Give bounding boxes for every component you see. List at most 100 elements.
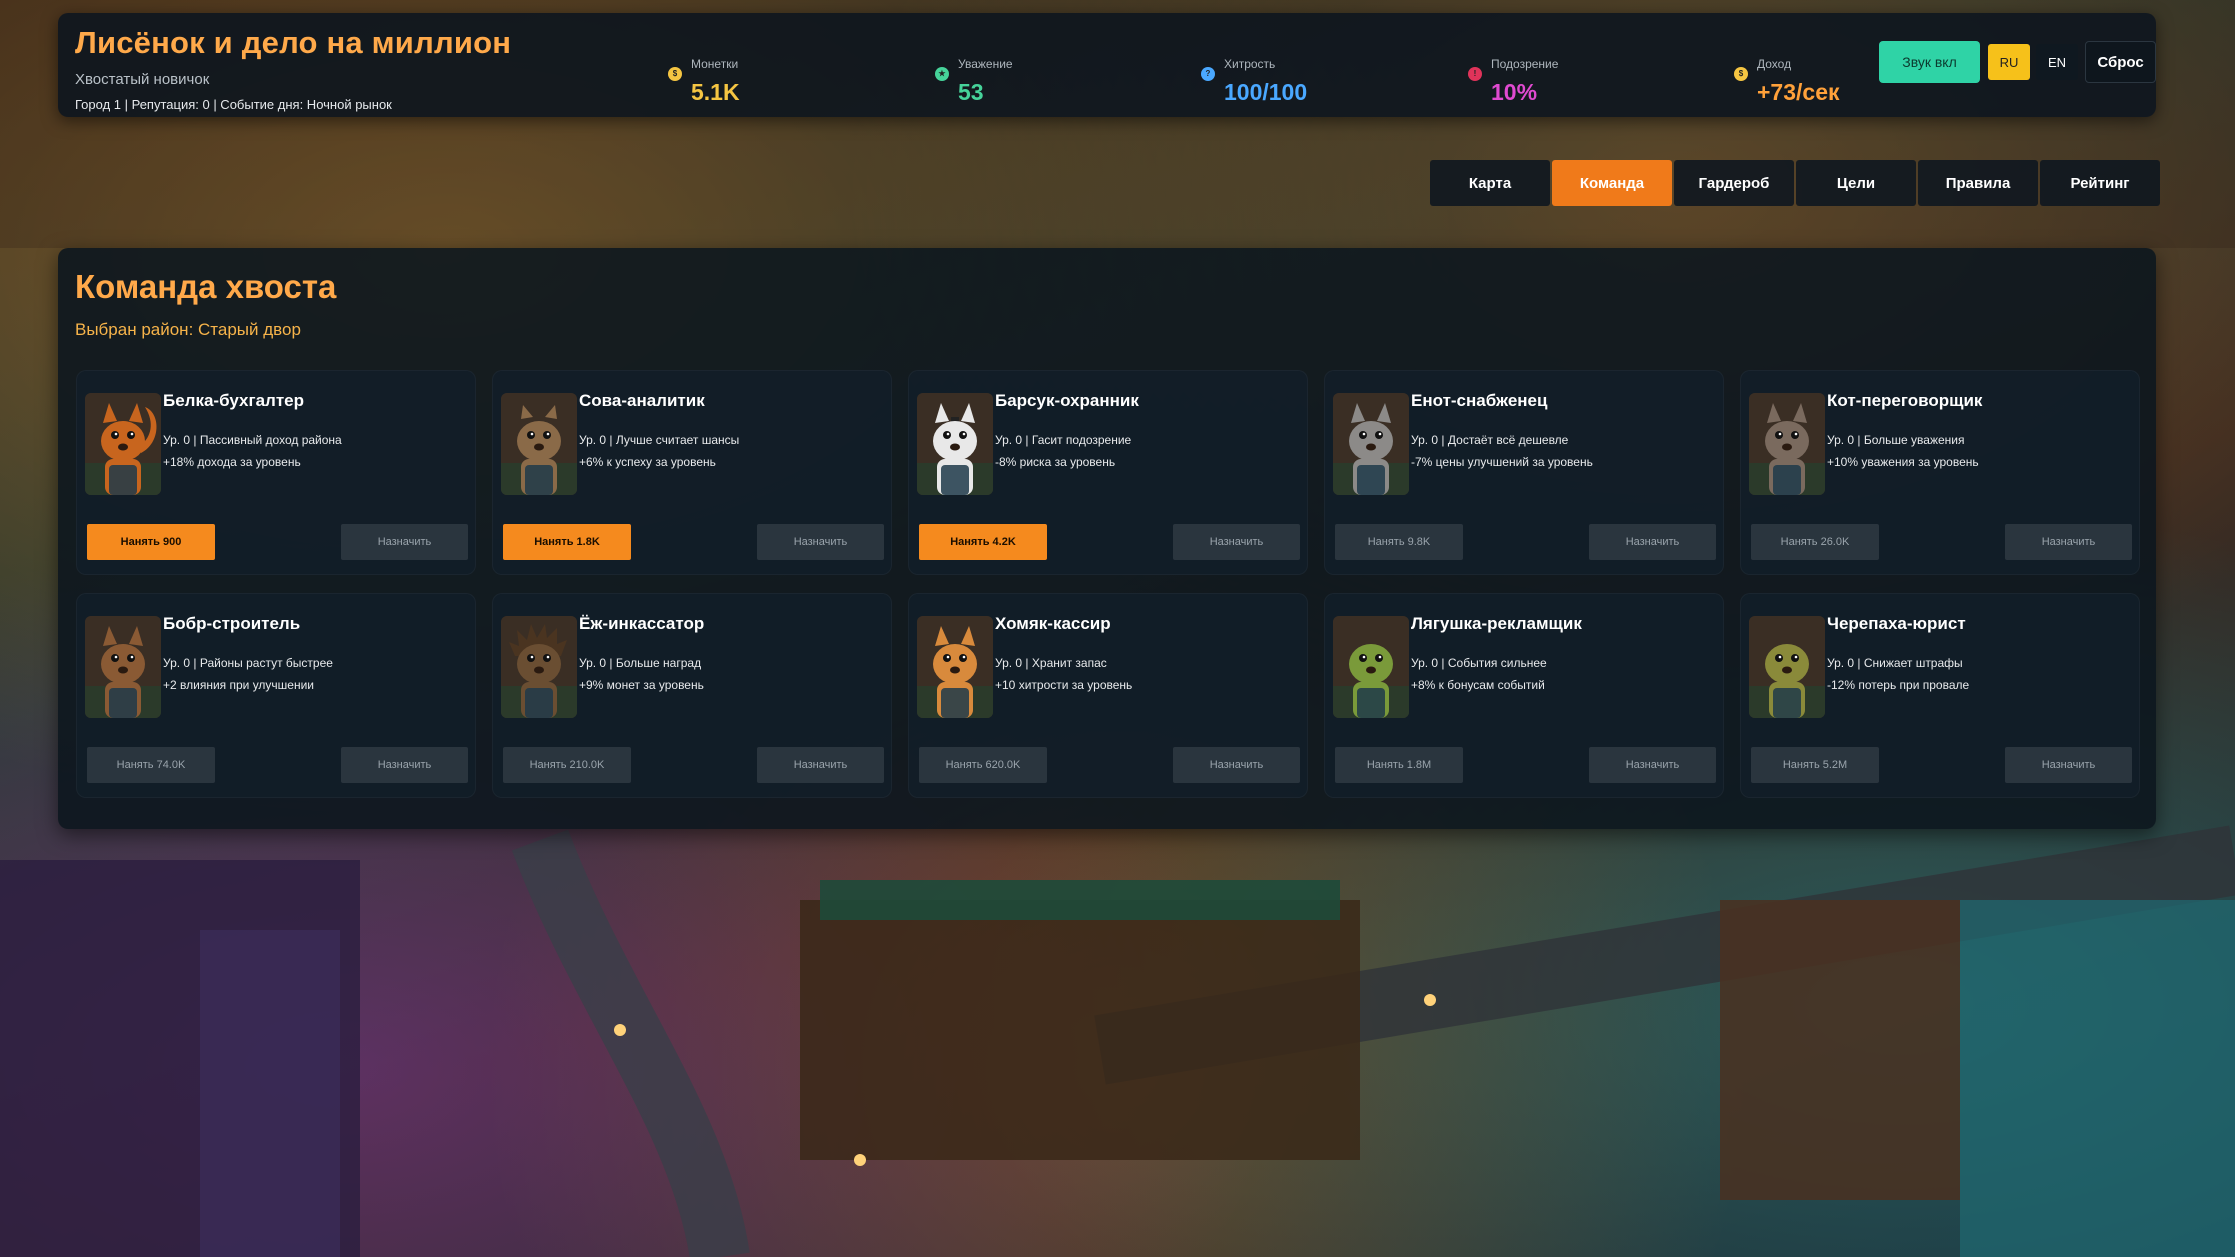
assign-button[interactable]: Назначить <box>341 747 468 783</box>
raccoon-avatar-icon <box>1333 393 1409 495</box>
member-bonus: +8% к бонусам событий <box>1411 678 1545 692</box>
tab-3[interactable]: Цели <box>1796 160 1916 206</box>
city-info: Город 1 | Репутация: 0 | Событие дня: Но… <box>75 97 392 112</box>
team-member-card: Лягушка-рекламщик Ур. 0 | События сильнее… <box>1324 593 1724 798</box>
stat-value: 100/100 <box>1224 79 1308 105</box>
stat-label: Уважение <box>958 57 1013 71</box>
member-name: Хомяк-кассир <box>995 614 1111 633</box>
stat-value: 10% <box>1491 79 1538 105</box>
stat-value: +73/сек <box>1757 79 1840 105</box>
member-description: Ур. 0 | Хранит запас <box>995 656 1107 670</box>
tab-0[interactable]: Карта <box>1430 160 1550 206</box>
tab-2[interactable]: Гардероб <box>1674 160 1794 206</box>
member-bonus: +2 влияния при улучшении <box>163 678 315 692</box>
stat-label: Доход <box>1757 57 1792 71</box>
hire-button[interactable]: Нанять 9.8K <box>1335 524 1463 560</box>
sound-toggle-button[interactable]: Звук вкл <box>1879 41 1980 83</box>
income-icon: $ <box>1734 67 1748 81</box>
hedgehog-avatar-icon <box>501 616 577 718</box>
hire-button[interactable]: Нанять 1.8M <box>1335 747 1463 783</box>
team-member-card: Сова-аналитик Ур. 0 | Лучше считает шансы… <box>492 370 892 575</box>
player-rank: Хвостатый новичок <box>75 71 210 88</box>
tab-1[interactable]: Команда <box>1552 160 1672 206</box>
hire-button[interactable]: Нанять 74.0K <box>87 747 215 783</box>
hire-button[interactable]: Нанять 900 <box>87 524 215 560</box>
team-member-card: Кот-переговорщик Ур. 0 | Больше уважения +… <box>1740 370 2140 575</box>
assign-button[interactable]: Назначить <box>757 524 884 560</box>
team-panel: Команда хвоста Выбран район: Старый двор… <box>58 248 2156 829</box>
member-name: Белка-бухгалтер <box>163 391 304 410</box>
member-name: Лягушка-рекламщик <box>1411 614 1582 633</box>
member-description: Ур. 0 | Снижает штрафы <box>1827 656 1963 670</box>
member-description: Ур. 0 | Больше наград <box>579 656 702 670</box>
respect-icon: ★ <box>935 67 949 81</box>
badger-avatar-icon <box>917 393 993 495</box>
member-description: Ур. 0 | Достаёт всё дешевле <box>1411 433 1569 447</box>
member-bonus: +18% дохода за уровень <box>163 455 301 469</box>
team-member-card: Белка-бухгалтер Ур. 0 | Пассивный доход р… <box>76 370 476 575</box>
assign-button[interactable]: Назначить <box>1173 524 1300 560</box>
member-bonus: -7% цены улучшений за уровень <box>1411 455 1593 469</box>
team-member-card: Ёж-инкассатор Ур. 0 | Больше наград +9% мо… <box>492 593 892 798</box>
stat-label: Хитрость <box>1224 57 1276 71</box>
member-name: Черепаха-юрист <box>1827 614 1966 633</box>
hire-button[interactable]: Нанять 620.0K <box>919 747 1047 783</box>
member-bonus: +10 хитрости за уровень <box>995 678 1133 692</box>
member-description: Ур. 0 | Больше уважения <box>1827 433 1965 447</box>
team-member-card: Хомяк-кассир Ур. 0 | Хранит запас +10 хитр… <box>908 593 1308 798</box>
frog-avatar-icon <box>1333 616 1409 718</box>
team-member-card: Черепаха-юрист Ур. 0 | Снижает штрафы -12%… <box>1740 593 2140 798</box>
suspicion-icon: ! <box>1468 67 1482 81</box>
lang-en-button[interactable]: EN <box>2036 44 2078 80</box>
assign-button[interactable]: Назначить <box>1173 747 1300 783</box>
top-bar: Лисёнок и дело на миллион Хвостатый нови… <box>58 13 2156 117</box>
member-bonus: +6% к успеху за уровень <box>579 455 716 469</box>
member-bonus: +10% уважения за уровень <box>1827 455 1979 469</box>
hire-button[interactable]: Нанять 1.8K <box>503 524 631 560</box>
nav-tabs: Карта Команда Гардероб Цели Правила Рейтинг <box>1430 160 2160 206</box>
hire-button[interactable]: Нанять 26.0K <box>1751 524 1879 560</box>
member-bonus: +9% монет за уровень <box>579 678 704 692</box>
tab-5[interactable]: Рейтинг <box>2040 160 2160 206</box>
team-member-card: Барсук-охранник Ур. 0 | Гасит подозрение -… <box>908 370 1308 575</box>
selected-district: Выбран район: Старый двор <box>75 320 301 339</box>
member-name: Енот-снабженец <box>1411 391 1548 410</box>
team-member-card: Бобр-строитель Ур. 0 | Районы растут быст… <box>76 593 476 798</box>
stat-label: Подозрение <box>1491 57 1559 71</box>
game-title: Лисёнок и дело на миллион <box>75 25 512 60</box>
turtle-avatar-icon <box>1749 616 1825 718</box>
member-description: Ур. 0 | Лучше считает шансы <box>579 433 740 447</box>
member-description: Ур. 0 | События сильнее <box>1411 656 1547 670</box>
assign-button[interactable]: Назначить <box>2005 524 2132 560</box>
hire-button[interactable]: Нанять 5.2M <box>1751 747 1879 783</box>
stat-value: 5.1K <box>691 79 740 105</box>
member-bonus: -8% риска за уровень <box>995 455 1116 469</box>
lang-ru-button[interactable]: RU <box>1988 44 2030 80</box>
assign-button[interactable]: Назначить <box>1589 524 1716 560</box>
member-name: Кот-переговорщик <box>1827 391 1983 410</box>
hire-button[interactable]: Нанять 4.2K <box>919 524 1047 560</box>
coin-icon: $ <box>668 67 682 81</box>
member-description: Ур. 0 | Гасит подозрение <box>995 433 1132 447</box>
hire-button[interactable]: Нанять 210.0K <box>503 747 631 783</box>
member-name: Бобр-строитель <box>163 614 301 633</box>
hamster-avatar-icon <box>917 616 993 718</box>
assign-button[interactable]: Назначить <box>2005 747 2132 783</box>
team-grid: Белка-бухгалтер Ур. 0 | Пассивный доход р… <box>76 370 2140 816</box>
assign-button[interactable]: Назначить <box>1589 747 1716 783</box>
owl-avatar-icon <box>501 393 577 495</box>
member-name: Сова-аналитик <box>579 391 705 410</box>
stat-label: Монетки <box>691 57 739 71</box>
assign-button[interactable]: Назначить <box>341 524 468 560</box>
member-description: Ур. 0 | Пассивный доход района <box>163 433 342 447</box>
team-member-card: Енот-снабженец Ур. 0 | Достаёт всё дешевл… <box>1324 370 1724 575</box>
member-bonus: -12% потерь при провале <box>1827 678 1970 692</box>
member-description: Ур. 0 | Районы растут быстрее <box>163 656 333 670</box>
cunning-icon: ? <box>1201 67 1215 81</box>
panel-title: Команда хвоста <box>75 268 337 305</box>
tab-4[interactable]: Правила <box>1918 160 2038 206</box>
reset-button[interactable]: Сброс <box>2085 41 2156 83</box>
assign-button[interactable]: Назначить <box>757 747 884 783</box>
beaver-avatar-icon <box>85 616 161 718</box>
squirrel-avatar-icon <box>85 393 161 495</box>
